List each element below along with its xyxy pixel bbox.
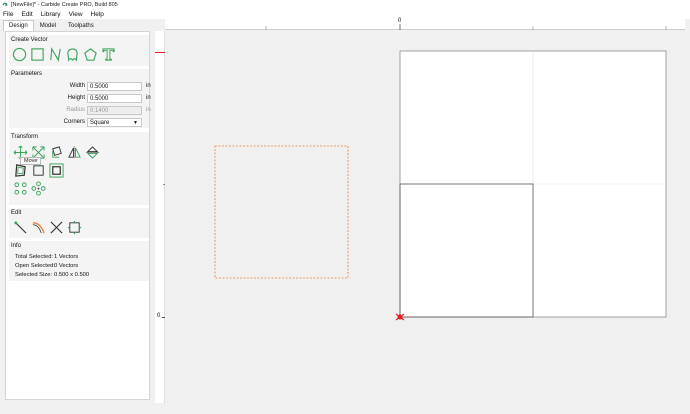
flip-icon[interactable] <box>85 145 100 160</box>
h-ruler-zero: 0 <box>398 18 402 24</box>
transform-section: Transform <box>9 132 149 205</box>
selected-size-row: Selected Size: 0.500 x 0.500 <box>15 272 89 278</box>
total-selected-value: 1 Vectors <box>54 254 79 260</box>
selected-rectangle-vector[interactable] <box>214 145 349 279</box>
edit-title: Edit <box>11 210 22 216</box>
height-input[interactable]: 0.5000 <box>87 94 142 103</box>
array-icon[interactable] <box>13 181 28 196</box>
cut-icon[interactable] <box>49 220 64 235</box>
corners-label: Corners <box>63 119 85 125</box>
bottom-scroll-area[interactable] <box>0 403 690 414</box>
menu-view[interactable]: View <box>69 11 83 18</box>
menu-help[interactable]: Help <box>91 11 104 18</box>
tab-toolpaths[interactable]: Toolpaths <box>62 20 100 31</box>
canvas-drawing <box>214 50 667 321</box>
horizontal-ruler-ticks <box>265 24 667 30</box>
create-vector-section: Create Vector <box>9 35 149 66</box>
selected-size-value: 0.500 x 0.500 <box>54 272 90 278</box>
offset-icon[interactable] <box>13 163 28 178</box>
selected-size-label: Selected Size: <box>15 272 53 278</box>
circular-array-icon[interactable] <box>31 181 46 196</box>
design-canvas[interactable] <box>165 31 690 403</box>
title-bar: [NewFile]* - Carbide Create PRO, Build 8… <box>0 0 690 9</box>
width-unit: in <box>146 83 151 89</box>
rectangle-icon[interactable] <box>30 47 45 62</box>
trim-icon[interactable] <box>13 220 28 235</box>
rotate-icon[interactable] <box>49 145 64 160</box>
horizontal-ruler: 0 <box>165 18 685 30</box>
width-label: Width <box>69 83 85 89</box>
radius-unit: in <box>146 107 151 113</box>
app-icon <box>2 2 8 6</box>
move-tooltip: Move <box>20 157 42 165</box>
open-selected-value: 0 Vectors <box>54 263 79 269</box>
circle-icon[interactable] <box>12 47 27 62</box>
radius-row: Radius 0.1400 in <box>9 106 151 116</box>
corners-value: Square <box>90 120 110 126</box>
window-title: [NewFile]* - Carbide Create PRO, Build 8… <box>11 1 118 8</box>
knife-icon[interactable] <box>31 220 46 235</box>
info-title: Info <box>11 243 22 249</box>
chevron-down-icon: ▼ <box>133 120 138 126</box>
parameters-title: Parameters <box>11 71 43 77</box>
transform-title: Transform <box>11 134 39 140</box>
menu-file[interactable]: File <box>3 11 13 18</box>
pentagon-icon[interactable] <box>83 47 98 62</box>
edit-section: Edit <box>9 208 149 238</box>
open-selected-label: Open Selected: <box>15 263 55 269</box>
v-ruler-zero: 0 <box>157 313 161 319</box>
polyline-icon[interactable] <box>48 47 63 62</box>
tab-design[interactable]: Design <box>3 20 34 31</box>
radius-label: Radius <box>66 107 85 113</box>
corners-select[interactable]: Square ▼ <box>87 118 142 127</box>
parameters-section: Parameters Width 0.5000 in Height 0.5000… <box>9 69 151 128</box>
radius-input: 0.1400 <box>87 106 142 115</box>
height-unit: in <box>146 95 151 101</box>
boolean-icon[interactable] <box>31 163 46 178</box>
info-section: Info Total Selected: 1 Vectors Open Sele… <box>9 241 149 281</box>
width-row: Width 0.5000 in <box>9 82 151 92</box>
open-selected-row: Open Selected: 0 Vectors <box>15 263 78 269</box>
join-icon[interactable] <box>67 220 82 235</box>
mode-tabs: Design Model Toolpaths <box>0 20 152 31</box>
design-panel: Create Vector Parameters Width 0.5000 in… <box>5 31 151 400</box>
mirror-icon[interactable] <box>67 145 82 160</box>
height-row: Height 0.5000 in <box>9 94 151 104</box>
tab-model[interactable]: Model <box>34 20 62 31</box>
vertical-ruler: 0 <box>155 31 165 403</box>
height-label: Height <box>67 95 85 101</box>
total-selected-label: Total Selected: <box>15 254 54 260</box>
node-edit-icon[interactable] <box>49 163 64 178</box>
corners-row: Corners Square ▼ <box>9 118 149 128</box>
text-icon[interactable] <box>101 47 116 62</box>
width-input[interactable]: 0.5000 <box>87 82 142 91</box>
menu-edit[interactable]: Edit <box>21 11 32 18</box>
polygon-icon[interactable] <box>65 47 80 62</box>
total-selected-row: Total Selected: 1 Vectors <box>15 254 78 260</box>
menu-library[interactable]: Library <box>41 11 61 18</box>
v-ruler-marker <box>155 52 165 53</box>
create-vector-title: Create Vector <box>11 37 48 43</box>
